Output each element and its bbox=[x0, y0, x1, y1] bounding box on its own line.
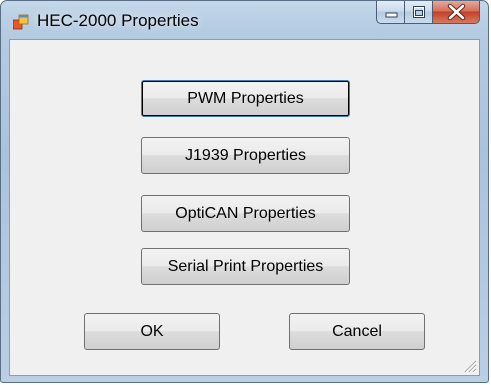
resize-grip-icon[interactable] bbox=[463, 359, 477, 373]
j1939-properties-button[interactable]: J1939 Properties bbox=[141, 137, 350, 174]
window-title: HEC-2000 Properties bbox=[37, 11, 199, 30]
ok-button[interactable]: OK bbox=[84, 313, 220, 350]
minimize-icon bbox=[385, 12, 398, 18]
close-button[interactable] bbox=[433, 1, 480, 24]
pwm-properties-button[interactable]: PWM Properties bbox=[141, 80, 350, 117]
title-bar[interactable]: HEC-2000 Properties bbox=[1, 1, 488, 41]
caption-buttons bbox=[376, 1, 480, 25]
windows-form-icon[interactable] bbox=[12, 14, 29, 30]
cancel-button[interactable]: Cancel bbox=[289, 313, 425, 350]
optican-properties-button[interactable]: OptiCAN Properties bbox=[141, 195, 350, 232]
properties-window: HEC-2000 Properties PWM Properties J1939… bbox=[0, 0, 489, 383]
serial-print-properties-button[interactable]: Serial Print Properties bbox=[141, 248, 350, 285]
maximize-button[interactable] bbox=[405, 1, 433, 24]
close-icon bbox=[447, 3, 466, 21]
maximize-icon bbox=[413, 6, 425, 18]
dialog-client-area: PWM Properties J1939 Properties OptiCAN … bbox=[9, 39, 480, 376]
minimize-button[interactable] bbox=[376, 1, 405, 24]
